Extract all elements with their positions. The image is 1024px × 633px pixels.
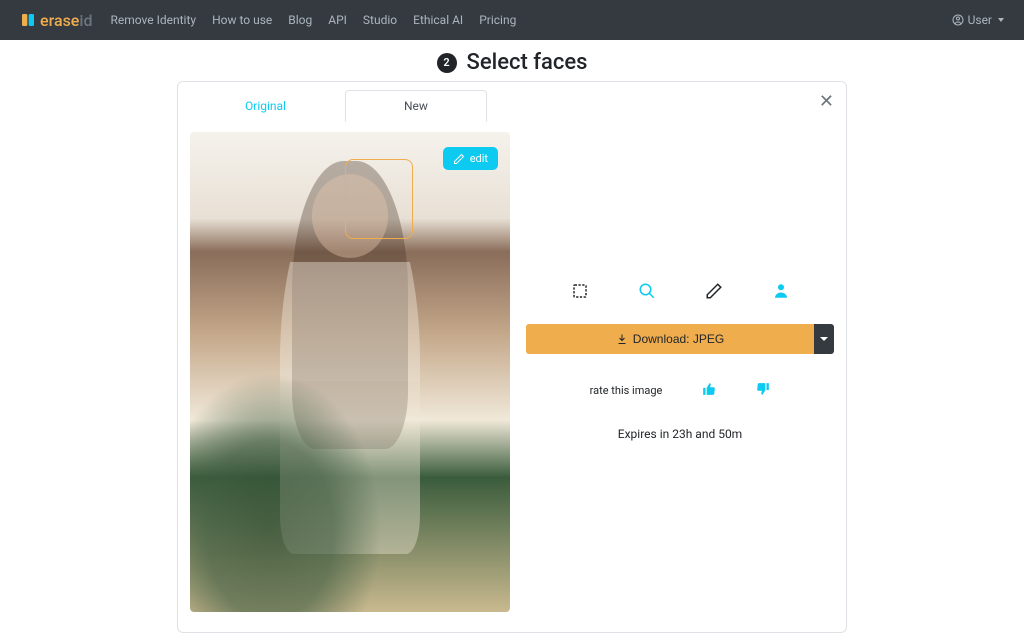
tool-icons [526, 282, 834, 324]
download-button[interactable]: Download: JPEG [526, 324, 814, 354]
selection-tool-icon[interactable] [571, 282, 589, 300]
user-menu[interactable]: User [952, 13, 1004, 27]
page-title: 2 Select faces [0, 40, 1024, 81]
image-preview: edit [190, 132, 510, 612]
logo-text-erase: erase [40, 11, 79, 30]
nav-link-how-to-use[interactable]: How to use [212, 13, 272, 27]
download-label: Download: JPEG [633, 332, 724, 346]
download-row: Download: JPEG [526, 324, 834, 354]
user-label: User [968, 13, 992, 27]
content: edit [178, 122, 846, 612]
logo-text-id: id [79, 11, 92, 30]
thumbs-down-button[interactable] [756, 382, 770, 399]
thumbs-down-icon [756, 382, 770, 396]
zoom-icon[interactable] [638, 282, 656, 300]
tabs: Original New [178, 82, 846, 122]
thumbs-up-button[interactable] [702, 382, 716, 399]
nav-link-ethical-ai[interactable]: Ethical AI [413, 13, 463, 27]
navbar: eraseid Remove Identity How to use Blog … [0, 0, 1024, 40]
nav-links: Remove Identity How to use Blog API Stud… [110, 13, 951, 27]
download-dropdown-button[interactable] [814, 324, 834, 354]
logo-icon [20, 12, 36, 28]
nav-link-pricing[interactable]: Pricing [479, 13, 516, 27]
caret-down-icon [998, 18, 1004, 22]
nav-link-blog[interactable]: Blog [288, 13, 312, 27]
nav-link-api[interactable]: API [328, 13, 347, 27]
modal: ✕ Original New edit [177, 81, 847, 633]
person-tool-icon[interactable] [772, 282, 790, 300]
right-panel: Download: JPEG rate this image Expires i… [526, 132, 834, 612]
edit-button[interactable]: edit [443, 147, 498, 170]
tab-new[interactable]: New [345, 90, 487, 122]
logo[interactable]: eraseid [20, 11, 92, 30]
pencil-icon [453, 153, 465, 165]
rate-row: rate this image [526, 382, 834, 399]
user-icon [952, 14, 964, 26]
thumbs-up-icon [702, 382, 716, 396]
download-icon [616, 333, 628, 345]
pencil-tool-icon[interactable] [705, 282, 723, 300]
close-button[interactable]: ✕ [819, 92, 834, 110]
rate-label: rate this image [590, 384, 663, 397]
tab-original[interactable]: Original [186, 90, 345, 122]
nav-link-remove-identity[interactable]: Remove Identity [110, 13, 196, 27]
edit-label: edit [470, 152, 488, 165]
face-selection-box[interactable] [345, 159, 413, 239]
step-circle: 2 [437, 53, 457, 73]
expires-text: Expires in 23h and 50m [526, 427, 834, 441]
nav-link-studio[interactable]: Studio [363, 13, 397, 27]
title-text: Select faces [467, 50, 588, 75]
image-decoration [190, 372, 382, 612]
caret-down-icon [820, 337, 828, 341]
